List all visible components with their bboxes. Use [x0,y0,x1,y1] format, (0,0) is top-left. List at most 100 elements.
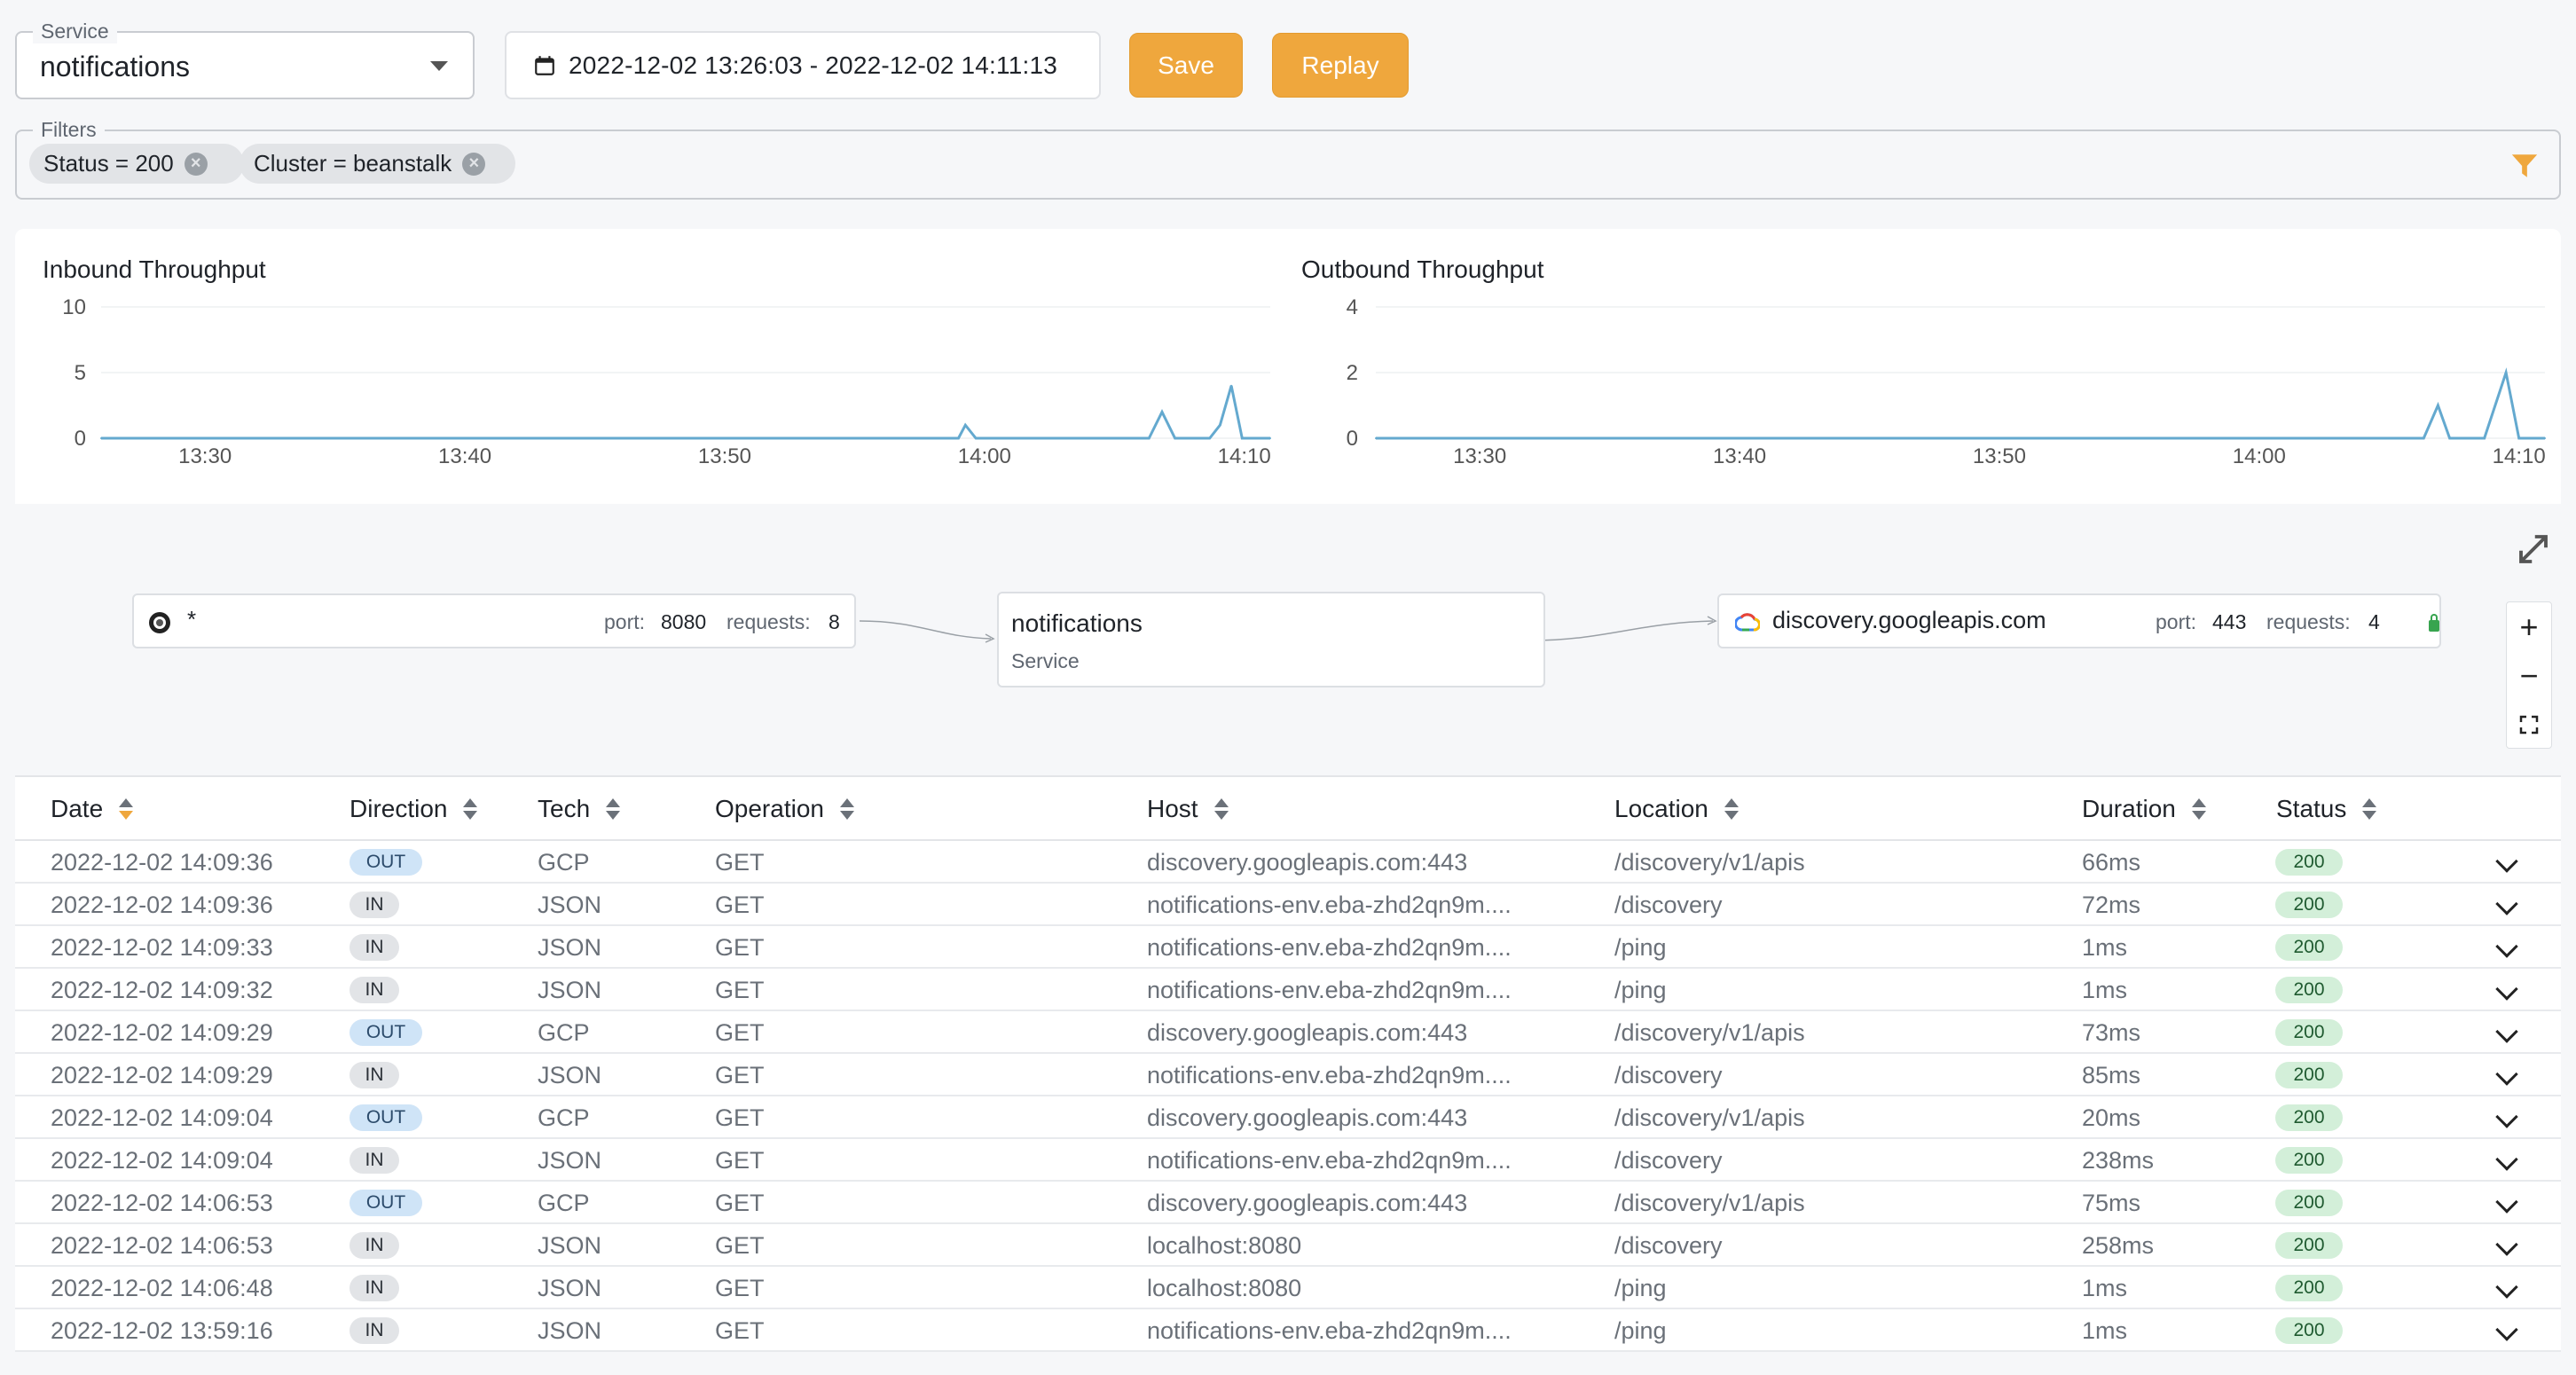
column-header-host[interactable]: Host [1147,795,1229,823]
table-row[interactable]: 2022-12-02 14:09:33 IN JSON GET notification… [15,926,2561,969]
expand-row-icon[interactable] [2495,1233,2518,1256]
data-point [1174,437,1176,439]
data-point [964,424,967,427]
table-row[interactable]: 2022-12-02 14:09:04 IN JSON GET notification… [15,1139,2561,1182]
expand-row-icon[interactable] [2495,935,2518,958]
cell-tech: GCP [538,849,590,876]
graph-node-service[interactable]: notifications Service [997,592,1545,688]
sort-icon[interactable] [839,798,854,820]
google-cloud-icon [1735,613,1760,632]
expand-row-icon[interactable] [2495,1105,2518,1128]
status-badge: 200 [2275,1275,2343,1301]
expand-row-icon[interactable] [2495,1318,2518,1341]
column-header-operation[interactable]: Operation [715,795,854,823]
cell-operation: GET [715,892,765,918]
status-badge: 200 [2275,1317,2343,1344]
cell-host: discovery.googleapis.com:443 [1147,1104,1468,1131]
data-point [1269,437,1271,439]
table-row[interactable]: 2022-12-02 14:09:32 IN JSON GET notification… [15,969,2561,1011]
cell-host: notifications-env.eba-zhd2qn9m.... [1147,934,1512,961]
remove-chip-icon[interactable]: × [462,152,486,176]
save-button[interactable]: Save [1129,33,1243,98]
cell-tech: JSON [538,1147,602,1174]
table-row[interactable]: 2022-12-02 14:09:04 OUT GCP GET discovery.go… [15,1096,2561,1139]
sort-icon[interactable] [463,798,478,820]
expand-icon[interactable] [2515,530,2552,568]
table-row[interactable]: 2022-12-02 14:09:29 IN JSON GET notification… [15,1054,2561,1096]
expand-row-icon[interactable] [2495,1063,2518,1086]
cell-date: 2022-12-02 14:06:53 [51,1190,273,1216]
expand-row-icon[interactable] [2495,1190,2518,1214]
column-header-direction[interactable]: Direction [349,795,478,823]
column-header-duration[interactable]: Duration [2082,795,2206,823]
status-badge: 200 [2275,1232,2343,1259]
x-tick-label: 13:30 [178,444,232,468]
sort-icon[interactable] [119,798,134,820]
column-header-status[interactable]: Status [2276,795,2377,823]
sort-icon[interactable] [606,798,621,820]
cell-operation: GET [715,934,765,961]
data-point [1230,384,1233,387]
expand-row-icon[interactable] [2495,1148,2518,1171]
cell-duration: 75ms [2082,1190,2141,1216]
y-tick-label: 2 [1347,361,1358,385]
graph-node-dest[interactable]: discovery.googleapis.com port: 443 reque… [1717,593,2441,648]
filters-field[interactable]: Filters Status = 200 × Cluster = beansta… [15,117,2561,200]
filter-chip-status[interactable]: Status = 200 × [29,144,244,184]
column-header-tech[interactable]: Tech [538,795,621,823]
expand-row-icon[interactable] [2495,1020,2518,1043]
table-row[interactable]: 2022-12-02 14:06:53 OUT GCP GET discovery.go… [15,1182,2561,1224]
port-label: port: [604,610,646,633]
table-row[interactable]: 2022-12-02 14:09:29 OUT GCP GET discovery.go… [15,1011,2561,1054]
node-label: discovery.googleapis.com [1772,607,2046,633]
sort-icon[interactable] [2362,798,2377,820]
expand-row-icon[interactable] [2495,1276,2518,1299]
fit-view-button[interactable] [2507,700,2551,749]
table-row[interactable]: 2022-12-02 14:09:36 IN JSON GET notification… [15,884,2561,926]
table-row[interactable]: 2022-12-02 14:06:53 IN JSON GET localhost:80… [15,1224,2561,1267]
cell-date: 2022-12-02 13:59:16 [51,1317,273,1344]
table-row[interactable]: 2022-12-02 14:06:48 IN JSON GET localhost:80… [15,1267,2561,1309]
chart-title: Inbound Throughput [43,255,266,283]
filter-chip-cluster[interactable]: Cluster = beanstalk × [240,144,515,184]
filter-funnel-icon[interactable] [2509,151,2540,181]
data-point [2517,437,2520,439]
service-select[interactable]: Service notifications [15,19,475,99]
sort-icon[interactable] [2191,798,2206,820]
cell-duration: 1ms [2082,934,2128,961]
cell-location: /discovery [1614,892,1723,918]
zoom-out-button[interactable]: − [2507,651,2551,700]
cell-host: discovery.googleapis.com:443 [1147,1190,1468,1216]
expand-row-icon[interactable] [2495,978,2518,1001]
column-header-date[interactable]: Date [51,795,134,823]
sort-icon[interactable] [1724,798,1739,820]
direction-badge: IN [349,1062,399,1088]
data-point [1208,437,1211,439]
cell-duration: 66ms [2082,849,2141,876]
cell-duration: 1ms [2082,977,2128,1003]
status-badge: 200 [2275,1104,2343,1131]
cell-location: /discovery [1614,1147,1723,1174]
service-graph[interactable]: * port: 8080 requests: 8 notifications S… [15,504,2561,775]
status-badge: 200 [2275,977,2343,1003]
sort-icon[interactable] [1213,798,1229,820]
requests-table: Date Direction Tech Operation Host Location Du… [15,775,2561,1352]
direction-badge: IN [349,1317,399,1344]
filters-legend: Filters [33,117,105,142]
expand-row-icon[interactable] [2495,892,2518,915]
cell-tech: GCP [538,1104,590,1131]
expand-row-icon[interactable] [2495,850,2518,873]
date-range-picker[interactable]: 2022-12-02 13:26:03 - 2022-12-02 14:11:1… [505,31,1101,99]
service-legend: Service [33,19,117,43]
table-row[interactable]: 2022-12-02 14:09:36 OUT GCP GET discovery.go… [15,841,2561,884]
table-row[interactable]: 2022-12-02 13:59:16 IN JSON GET notification… [15,1309,2561,1352]
zoom-in-button[interactable]: + [2507,602,2551,651]
replay-button[interactable]: Replay [1272,33,1409,98]
graph-node-source[interactable]: * port: 8080 requests: 8 [132,593,856,648]
cell-operation: GET [715,1275,765,1301]
column-header-label: Host [1147,795,1198,822]
cell-date: 2022-12-02 14:06:48 [51,1275,273,1301]
column-header-location[interactable]: Location [1614,795,1739,823]
cell-operation: GET [715,1104,765,1131]
remove-chip-icon[interactable]: × [184,152,208,176]
